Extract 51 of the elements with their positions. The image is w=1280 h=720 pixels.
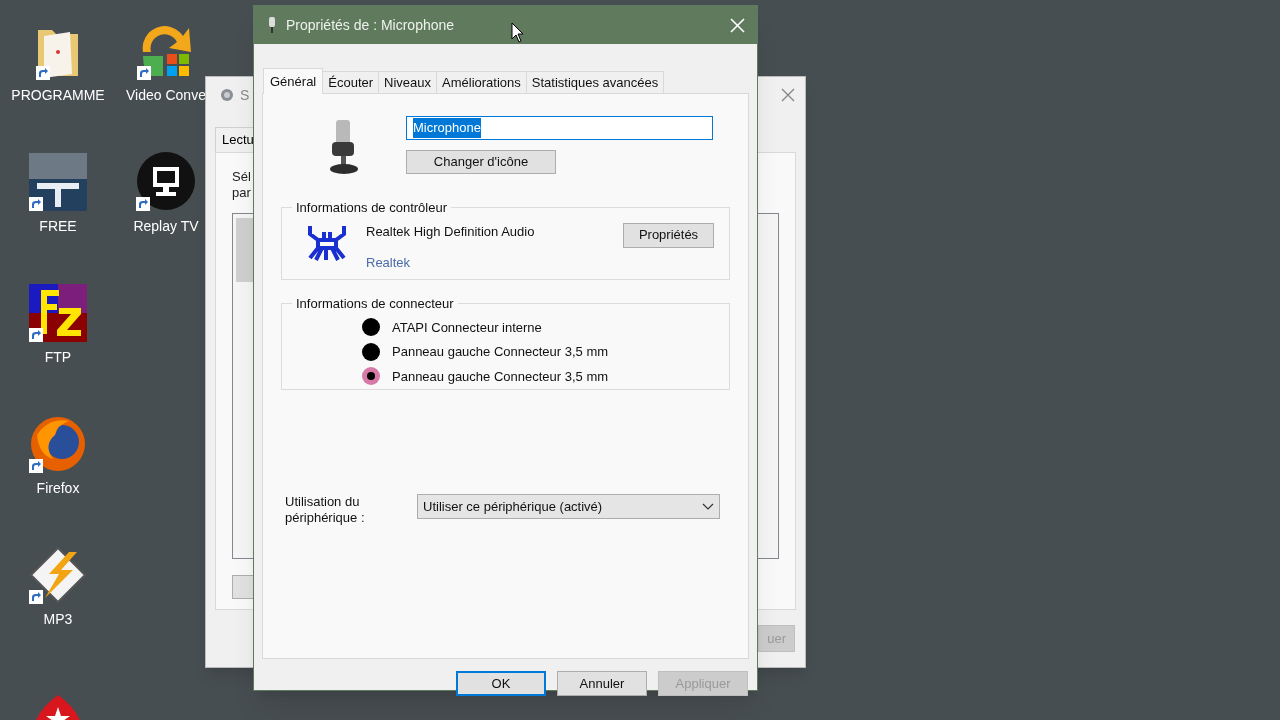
shortcut-arrow-icon xyxy=(137,66,151,80)
jack-label: Panneau gauche Connecteur 3,5 mm xyxy=(392,367,609,386)
description-text: Sél xyxy=(232,168,252,185)
name-value: Microphone xyxy=(413,118,481,138)
jack-label: Panneau gauche Connecteur 3,5 mm xyxy=(392,343,609,361)
dialog-button[interactable]: Annuler xyxy=(557,671,647,696)
shortcut-arrow-icon xyxy=(29,590,43,604)
desktop-icon-label[interactable]: FREE xyxy=(39,216,77,237)
window-title: Propriétés de : Microphone xyxy=(286,15,455,35)
configure-button[interactable] xyxy=(232,574,256,599)
dialog-button[interactable]: OK xyxy=(456,671,546,696)
tv-logo-icon xyxy=(29,153,87,211)
usage-dropdown[interactable]: Utiliser ce périphérique (activé) xyxy=(417,494,720,519)
monitor-icon xyxy=(136,151,196,211)
tab[interactable]: Niveaux xyxy=(379,71,438,93)
shortcut-arrow-icon xyxy=(29,459,43,473)
shortcut-arrow-icon xyxy=(29,328,43,342)
tab[interactable]: Statistiques avancées xyxy=(526,71,665,93)
jack-label: ATAPI Connecteur interne xyxy=(392,318,542,337)
ftp-client-icon xyxy=(29,284,87,342)
crab-logo-icon xyxy=(306,223,348,262)
desktop-icon-label[interactable]: Video Conve xyxy=(126,85,206,106)
description-text: par xyxy=(232,184,252,201)
name-field[interactable]: Microphone xyxy=(406,116,713,140)
browser-globe-icon xyxy=(29,415,87,473)
shortcut-arrow-icon xyxy=(136,197,150,211)
change-icon-button[interactable]: Changer d'icône xyxy=(406,150,556,174)
close-icon[interactable] xyxy=(781,88,795,102)
properties-button[interactable]: Propriétés xyxy=(623,222,714,248)
usage-label: Utilisation du périphérique : xyxy=(284,494,366,526)
microphone-icon xyxy=(268,17,276,33)
desktop-icon-label[interactable]: Replay TV xyxy=(133,216,199,237)
desktop-icon-label[interactable]: PROGRAMME xyxy=(11,85,105,106)
desktop-icon-label[interactable]: MP3 xyxy=(43,609,73,630)
microphone-icon xyxy=(327,120,360,174)
dropdown-value: Utiliser ce périphérique (activé) xyxy=(423,497,603,516)
controller-name: Realtek High Definition Audio xyxy=(366,222,535,241)
shortcut-arrow-icon xyxy=(36,66,50,80)
window-title: S xyxy=(240,85,250,105)
shortcut-arrow-icon xyxy=(29,197,43,211)
tab[interactable]: Général xyxy=(263,68,324,94)
mouse-cursor-icon xyxy=(511,22,525,44)
chevron-down-icon xyxy=(702,502,714,511)
group-title: Informations de contrôleur xyxy=(295,199,449,217)
manufacturer-link[interactable]: Realtek xyxy=(366,253,535,273)
tab[interactable]: Écouter xyxy=(323,71,380,93)
tab[interactable]: Améliorations xyxy=(437,71,527,93)
desktop-icon-label[interactable]: FTP xyxy=(44,347,72,368)
group-title: Informations de connecteur xyxy=(295,295,455,313)
speaker-icon xyxy=(220,88,234,102)
desktop-icon-label[interactable]: Firefox xyxy=(36,478,80,499)
